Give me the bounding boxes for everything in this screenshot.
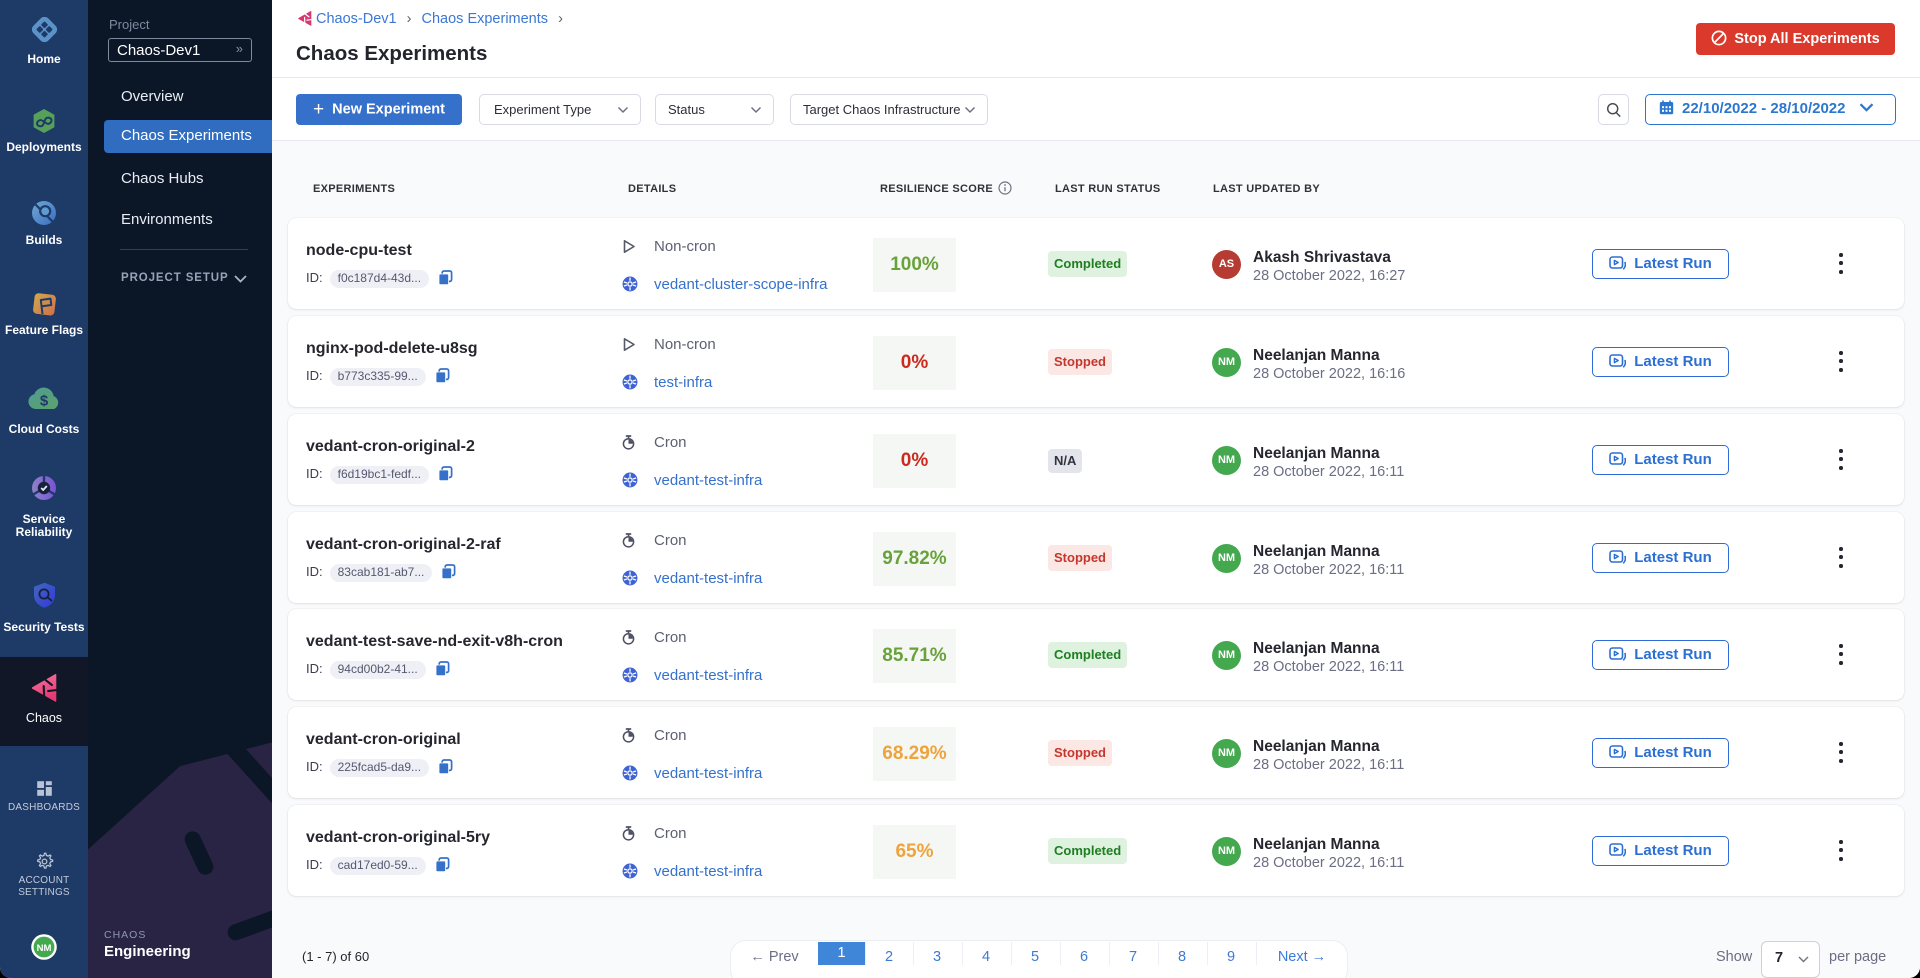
svg-text:NM: NM — [37, 943, 52, 954]
svg-text:$: $ — [40, 393, 49, 410]
